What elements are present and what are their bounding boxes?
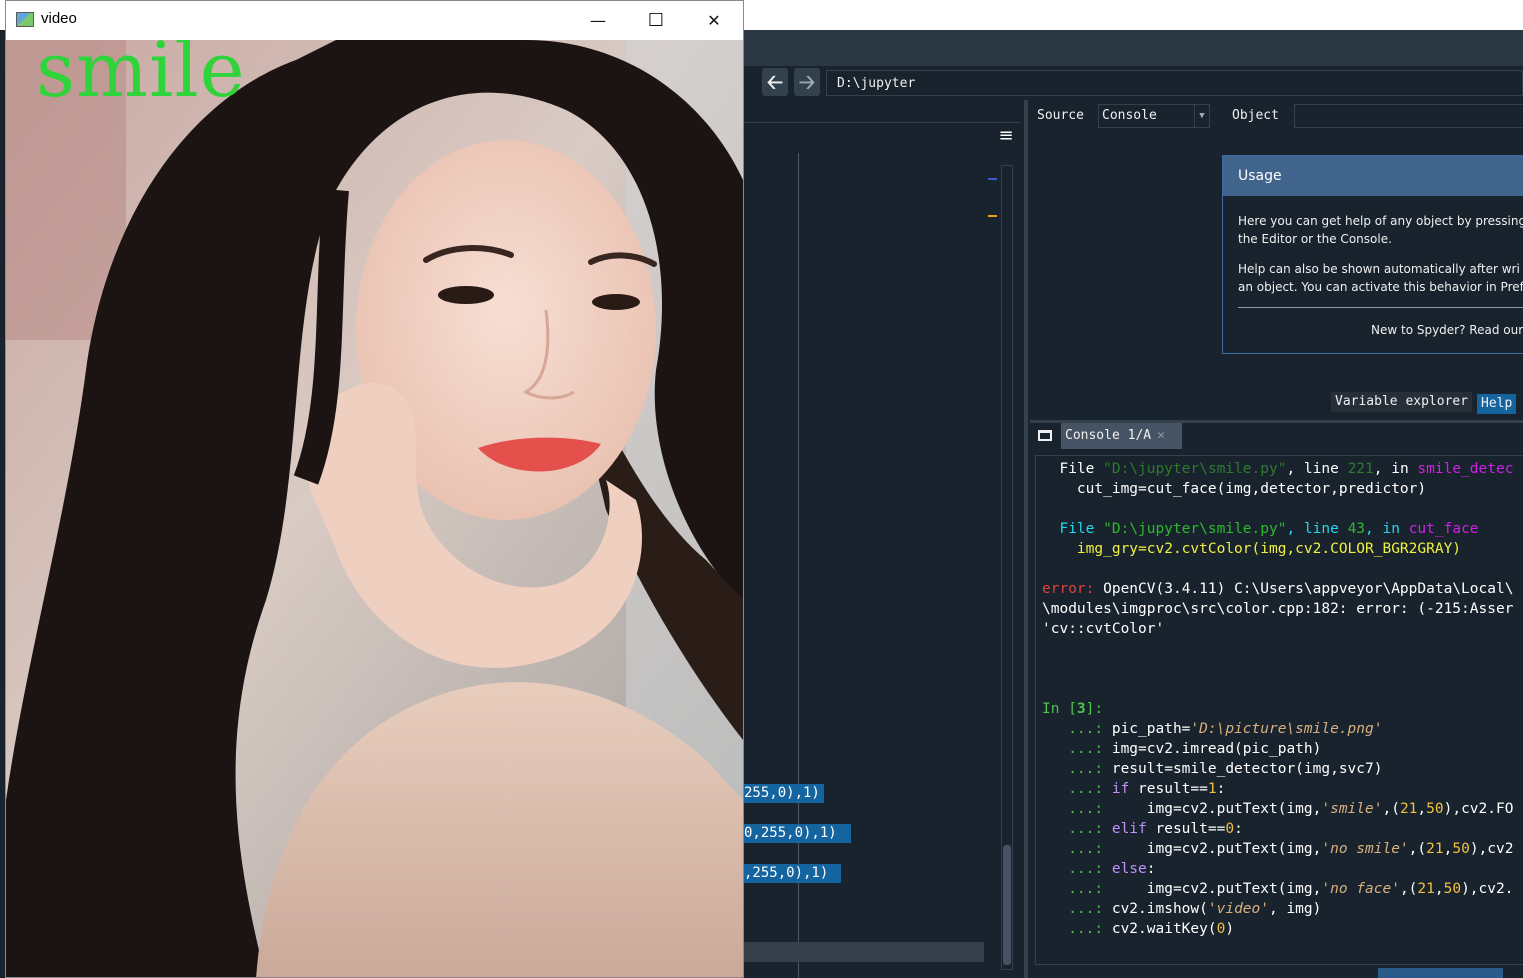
chevron-down-icon: ▼	[1194, 105, 1209, 127]
window-title: video	[41, 10, 77, 27]
new-to-spyder-link[interactable]: New to Spyder? Read our	[1371, 321, 1523, 339]
usage-title: Usage	[1223, 156, 1523, 196]
video-frame-image: smile	[6, 40, 743, 977]
tab-help[interactable]: Help	[1477, 394, 1517, 414]
tab-variable-explorer[interactable]: Variable explorer	[1331, 392, 1473, 412]
selected-code-fragment: 0,255,0),1)	[740, 824, 851, 843]
portrait-photo	[6, 40, 743, 977]
object-label: Object	[1232, 108, 1279, 123]
console-text: File "D:\jupyter\smile.py", line 221, in…	[1042, 461, 1514, 937]
divider	[1238, 307, 1523, 308]
forward-arrow-icon[interactable]: 🡢	[794, 68, 820, 96]
maximize-button[interactable]: ☐	[627, 1, 685, 40]
source-label: Source	[1037, 108, 1084, 123]
source-select[interactable]: Console ▼	[1098, 104, 1210, 128]
close-button[interactable]: ✕	[685, 1, 743, 40]
editor-horizontal-scrollbar[interactable]	[744, 942, 984, 962]
editor-marker	[988, 178, 997, 180]
overlay-label: smile	[36, 40, 246, 114]
hamburger-menu-icon[interactable]: ≡	[994, 124, 1018, 148]
close-icon[interactable]: ✕	[1157, 428, 1165, 443]
working-directory-field[interactable]: D:\jupyter	[826, 70, 1523, 96]
source-select-value: Console	[1102, 108, 1157, 123]
code-editor[interactable]	[744, 153, 1020, 978]
usage-text: an object. You can activate this behavio…	[1238, 280, 1523, 294]
editor-scrollbar-thumb[interactable]	[1003, 845, 1011, 965]
editor-edge-line	[798, 153, 799, 978]
spyder-toolbar	[744, 30, 1523, 67]
selected-code-fragment: ,255,0),1)	[740, 864, 841, 883]
video-window[interactable]: video — ☐ ✕ smile	[5, 0, 744, 978]
tab-console[interactable]: Console 1/A ✕	[1061, 423, 1182, 449]
usage-panel: Usage Here you can get help of any objec…	[1222, 155, 1523, 354]
minimize-button[interactable]: —	[569, 1, 627, 40]
console-tab-label: Console 1/A	[1065, 428, 1152, 443]
usage-text: Help can also be shown automatically aft…	[1238, 262, 1520, 276]
editor-tab-bar	[744, 122, 1020, 154]
back-arrow-icon[interactable]: 🡠	[762, 68, 788, 96]
object-input[interactable]	[1294, 104, 1523, 128]
app-window-icon	[16, 12, 34, 27]
video-window-titlebar[interactable]: video — ☐ ✕	[6, 1, 743, 40]
usage-text: the Editor or the Console.	[1238, 232, 1392, 246]
selected-code-fragment: 255,0),1)	[740, 784, 824, 803]
pane-splitter[interactable]	[1024, 100, 1028, 978]
window-icon[interactable]	[1038, 430, 1052, 441]
editor-marker	[988, 215, 997, 217]
status-button[interactable]	[1378, 968, 1503, 978]
usage-text: Here you can get help of any object by p…	[1238, 214, 1523, 228]
